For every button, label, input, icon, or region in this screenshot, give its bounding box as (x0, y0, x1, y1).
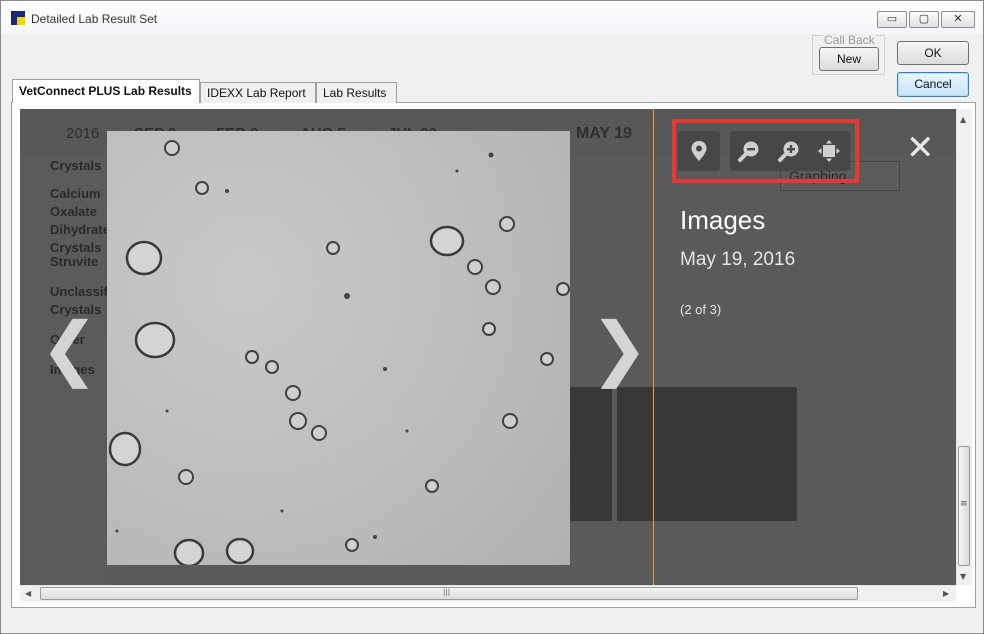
microscopy-image-drawing (108, 140, 570, 565)
toolbar-highlight-box (672, 119, 859, 183)
scroll-up-icon[interactable]: ▲ (960, 115, 966, 124)
new-button[interactable]: New (819, 47, 879, 71)
sidebar-item: Struvite (50, 254, 99, 269)
scroll-down-icon[interactable]: ▼ (960, 572, 966, 581)
cancel-button[interactable]: Cancel (897, 72, 969, 97)
minimize-button[interactable]: ▭ (877, 11, 907, 28)
title-bar: Detailed Lab Result Set ▭ ▢ ✕ (1, 1, 983, 34)
timeline-date: 2016 (66, 125, 100, 142)
callback-label: Call Back (823, 33, 876, 47)
scroll-left-icon[interactable]: ◀ (25, 589, 31, 598)
previous-image-button[interactable]: ❮ (40, 313, 99, 383)
microscopy-image[interactable] (107, 131, 570, 565)
scroll-grip-icon: ≡ (960, 499, 968, 509)
scroll-right-icon[interactable]: ▶ (943, 589, 949, 598)
viewer-date: May 19, 2016 (680, 249, 796, 270)
tab-idexx-lab-report[interactable]: IDEXX Lab Report (200, 82, 316, 103)
ok-button[interactable]: OK (897, 41, 969, 65)
next-image-button[interactable]: ❯ (590, 313, 649, 383)
tab-lab-results[interactable]: Lab Results (316, 82, 397, 103)
embedded-browser: 2016 SEP 2 FEB 2 AUG 5 JUL 20 MAY 19 Cry… (20, 109, 956, 585)
app-icon (11, 11, 25, 25)
viewer-title: Images (680, 205, 766, 235)
sidebar-item: Calcium Oxalate Dihydrate Crystals (50, 186, 110, 255)
close-viewer-button[interactable]: ✕ (906, 131, 935, 165)
timeline-date: MAY 19 (576, 125, 633, 142)
image-thumbnail (617, 387, 797, 521)
scroll-grip-icon: ||| (443, 588, 451, 596)
maximize-button[interactable]: ▢ (909, 11, 939, 28)
panel-divider (653, 109, 654, 585)
window-title: Detailed Lab Result Set (31, 12, 158, 26)
sidebar-item: Crystals (50, 158, 102, 173)
image-counter: (2 of 3) (680, 302, 722, 317)
dialog-window: Detailed Lab Result Set ▭ ▢ ✕ Call Back … (0, 0, 984, 634)
tab-vetconnect-plus[interactable]: VetConnect PLUS Lab Results (12, 79, 200, 103)
close-window-button[interactable]: ✕ (941, 11, 975, 28)
